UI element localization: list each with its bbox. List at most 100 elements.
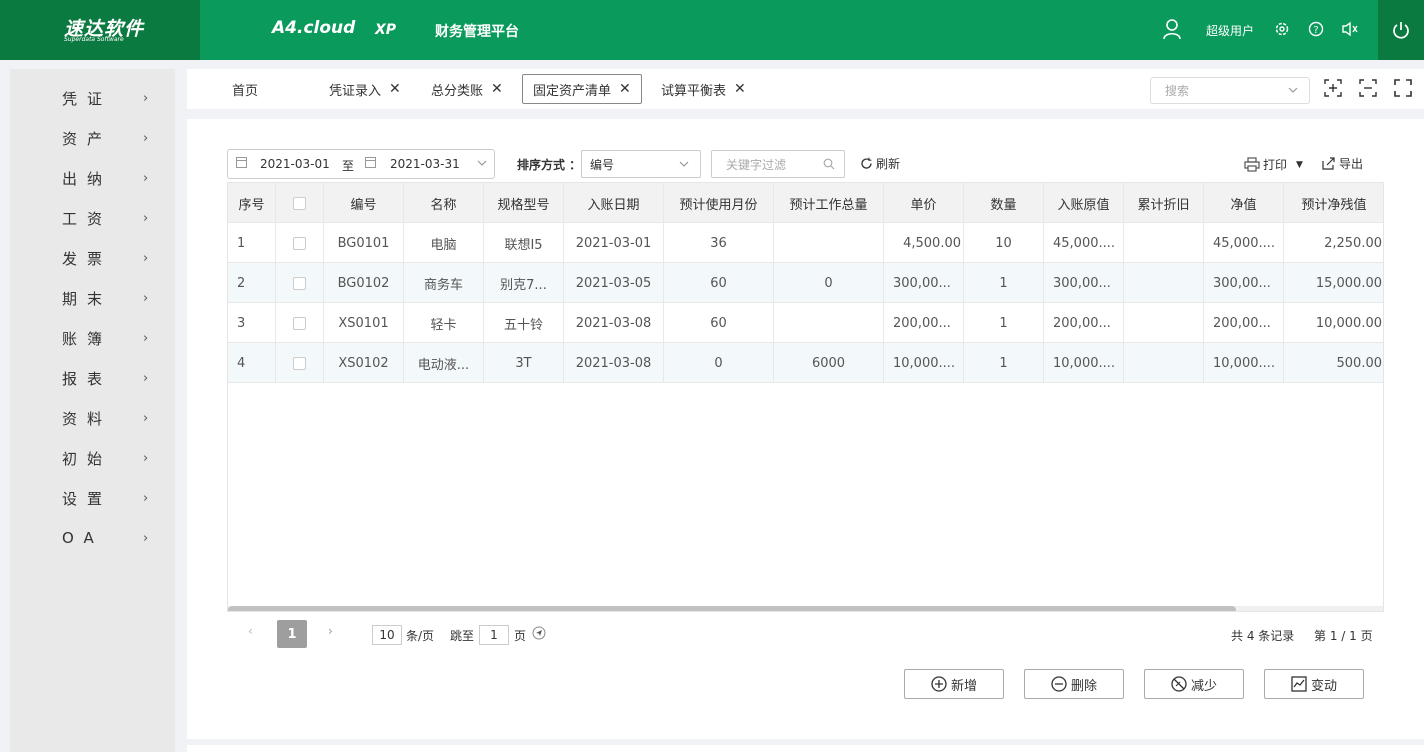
chevron-right-icon: › [143, 290, 149, 306]
sort-select[interactable]: 编号 [581, 150, 701, 178]
select-all-checkbox[interactable] [293, 196, 306, 210]
cell-depreciation [1124, 223, 1204, 263]
column-header[interactable]: 数量 [964, 183, 1044, 223]
cell-code: BG0102 [324, 263, 404, 303]
logo[interactable]: 速达软件 Superdata Software [0, 0, 200, 60]
row-checkbox[interactable] [293, 276, 306, 290]
cell-spec: 联想I5 [484, 223, 564, 263]
goto-page-input[interactable]: 1 [479, 625, 509, 645]
column-header[interactable]: 预计净残值 [1284, 183, 1383, 223]
column-header[interactable]: 累计折旧 [1124, 183, 1204, 223]
close-icon[interactable]: ✕ [619, 81, 631, 97]
close-icon[interactable]: ✕ [389, 81, 401, 97]
sidebar-item-invoice[interactable]: 发票 › [10, 238, 175, 278]
add-label: 新增 [950, 678, 977, 694]
tab-general-ledger[interactable]: 总分类账 ✕ [431, 74, 503, 104]
row-checkbox[interactable] [293, 236, 306, 250]
tab-voucher-entry[interactable]: 凭证录入 ✕ [329, 74, 401, 104]
page-number-button[interactable]: 1 [277, 620, 307, 648]
sidebar-item-oa[interactable]: OA › [10, 518, 175, 558]
brand-xp: XP [375, 22, 397, 38]
row-checkbox[interactable] [293, 356, 306, 370]
date-range-picker[interactable]: 2021-03-01 至 2021-03-31 [227, 149, 495, 179]
date-from[interactable]: 2021-03-01 [260, 157, 330, 171]
cell-qty: 1 [964, 303, 1044, 343]
user-name[interactable]: 超级用户 [1206, 22, 1254, 39]
print-button[interactable]: 打印 ▼ [1244, 156, 1303, 173]
row-checkbox[interactable] [293, 316, 306, 330]
change-label: 变动 [1310, 678, 1337, 694]
mute-icon[interactable] [1339, 17, 1361, 41]
horizontal-scrollbar[interactable] [228, 606, 1383, 611]
platform-title: 财务管理平台 [435, 24, 519, 40]
column-header[interactable]: 编号 [324, 183, 404, 223]
cell-name: 轻卡 [404, 303, 484, 343]
sort-label: 排序方式 ： [517, 158, 582, 172]
add-button[interactable]: 新增 [904, 669, 1004, 699]
sidebar-item-cashier[interactable]: 出纳 › [10, 158, 175, 198]
sidebar-item-data[interactable]: 资料 › [10, 398, 175, 438]
cell-residual: 500.00 [1336, 355, 1383, 371]
cell-months: 60 [664, 263, 774, 303]
column-header[interactable]: 单价 [884, 183, 964, 223]
scrollbar-thumb[interactable] [228, 606, 1236, 611]
sidebar-item-voucher[interactable]: 凭证 › [10, 78, 175, 118]
sidebar-item-label: OA [62, 529, 104, 547]
tab-home[interactable]: 首页 [232, 74, 258, 104]
reduce-button[interactable]: 减少 [1144, 669, 1244, 699]
cell-select [276, 303, 324, 343]
send-icon[interactable] [532, 626, 546, 643]
restore-window-icon[interactable] [1358, 78, 1378, 98]
add-window-icon[interactable] [1323, 78, 1343, 98]
cell-depreciation [1124, 343, 1204, 383]
refresh-icon [861, 157, 872, 169]
cell-workload: 6000 [774, 343, 884, 383]
column-header[interactable]: 名称 [404, 183, 484, 223]
sidebar-item-period-end[interactable]: 期末 › [10, 278, 175, 318]
keyword-filter-input[interactable]: 关键字过滤 [711, 150, 845, 178]
column-header[interactable]: 入账原值 [1044, 183, 1124, 223]
delete-button[interactable]: 删除 [1024, 669, 1124, 699]
per-page-label: 条/页 [406, 629, 435, 643]
help-icon[interactable]: ? [1305, 17, 1327, 41]
cell-select [276, 263, 324, 303]
table-row[interactable]: 1 BG0101 电脑 联想I5 2021-03-01 36 4,500.00 … [228, 223, 1383, 263]
column-header[interactable]: 净值 [1204, 183, 1284, 223]
chevron-right-icon: › [143, 490, 149, 506]
minus-circle-icon [1051, 676, 1067, 692]
tab-trial-balance[interactable]: 试算平衡表 ✕ [661, 74, 746, 104]
cell-name: 电脑 [404, 223, 484, 263]
close-icon[interactable]: ✕ [491, 81, 503, 97]
date-to[interactable]: 2021-03-31 [390, 157, 460, 171]
sidebar-item-reports[interactable]: 报表 › [10, 358, 175, 398]
table-row[interactable]: 4 XS0102 电动液... 3T 2021-03-08 0 6000 10,… [228, 343, 1383, 383]
page-size-input[interactable]: 10 [372, 625, 402, 645]
cell-net-value: 45,000.... [1204, 223, 1284, 263]
sidebar-item-payroll[interactable]: 工资 › [10, 198, 175, 238]
search-input[interactable]: 搜索 [1150, 77, 1310, 104]
fullscreen-icon[interactable] [1393, 78, 1413, 98]
column-header[interactable]: 入账日期 [564, 183, 664, 223]
sidebar-item-assets[interactable]: 资产 › [10, 118, 175, 158]
column-header[interactable]: 规格型号 [484, 183, 564, 223]
sidebar-item-ledger[interactable]: 账簿 › [10, 318, 175, 358]
tab-fixed-assets-list[interactable]: 固定资产清单 ✕ [522, 74, 642, 104]
sidebar-item-settings[interactable]: 设置 › [10, 478, 175, 518]
refresh-button[interactable]: 刷新 [860, 155, 900, 172]
cell-original-value: 200,00... [1044, 303, 1124, 343]
table-header-row: 序号 编号 名称 规格型号 入账日期 预计使用月份 预计工作总量 单价 数量 入… [228, 183, 1383, 223]
column-header[interactable]: 预计使用月份 [664, 183, 774, 223]
settings-icon[interactable] [1271, 17, 1293, 41]
user-icon[interactable] [1161, 17, 1183, 41]
close-icon[interactable]: ✕ [734, 81, 746, 97]
logout-button[interactable] [1378, 0, 1424, 60]
table-row[interactable]: 2 BG0102 商务车 别克7... 2021-03-05 60 0 300,… [228, 263, 1383, 303]
sidebar-item-initial[interactable]: 初始 › [10, 438, 175, 478]
next-page-icon[interactable]: › [328, 624, 333, 638]
table-row[interactable]: 3 XS0101 轻卡 五十铃 2021-03-08 60 200,00... … [228, 303, 1383, 343]
delete-label: 删除 [1070, 678, 1097, 694]
export-button[interactable]: 导出 [1322, 155, 1363, 172]
column-header[interactable]: 预计工作总量 [774, 183, 884, 223]
prev-page-icon[interactable]: ‹ [248, 624, 253, 638]
change-button[interactable]: 变动 [1264, 669, 1364, 699]
